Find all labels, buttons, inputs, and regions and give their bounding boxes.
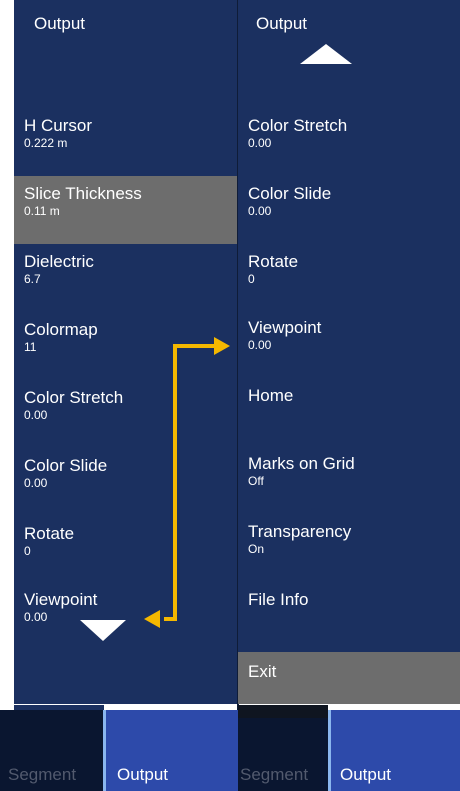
tab-label: Segment <box>240 765 309 784</box>
menu-item-label: Home <box>248 386 294 405</box>
scroll-down-icon[interactable] <box>80 620 126 641</box>
left-output-menu: Output H Cursor 0.222 m Slice Thickness … <box>14 0 238 704</box>
menu-item-label: Rotate <box>248 252 299 271</box>
menu-item-label: Dielectric <box>24 252 94 271</box>
menu-item-value: 0.00 <box>24 610 48 624</box>
menu-item-transparency[interactable]: Transparency On <box>238 514 460 582</box>
menu-item-value: 0 <box>248 272 255 286</box>
menu-item-rotate[interactable]: Rotate 0 <box>14 516 238 584</box>
tab-segment-left[interactable]: Segment <box>0 710 103 791</box>
tab-label: Output <box>117 765 169 784</box>
menu-item-value: 0.00 <box>24 408 48 422</box>
menu-item-color-slide[interactable]: Color Slide 0.00 <box>238 176 460 244</box>
tab-segment-right[interactable]: Segment <box>238 718 328 791</box>
menu-item-value: On <box>248 542 265 556</box>
menu-item-viewpoint[interactable]: Viewpoint 0.00 <box>238 310 460 378</box>
menu-item-dielectric[interactable]: Dielectric 6.7 <box>14 244 238 312</box>
tab-label: Segment <box>8 765 77 784</box>
menu-item-value: 0.222 m <box>24 136 68 150</box>
menu-item-value: 11 <box>24 340 37 354</box>
menu-item-label: File Info <box>248 590 309 609</box>
tab-output-left[interactable]: Output <box>103 710 238 791</box>
menu-item-label: Transparency <box>248 522 352 541</box>
menu-item-color-stretch[interactable]: Color Stretch 0.00 <box>238 108 460 176</box>
menu-item-label: Colormap <box>24 320 98 339</box>
menu-item-label: Rotate <box>24 524 75 543</box>
menu-item-color-slide[interactable]: Color Slide 0.00 <box>14 448 238 516</box>
left-menu-title: Output <box>34 14 86 33</box>
menu-item-label: Marks on Grid <box>248 454 355 473</box>
menu-item-file-info[interactable]: File Info <box>238 574 460 642</box>
menu-item-label: Color Stretch <box>248 116 348 135</box>
menu-item-slice-thickness[interactable]: Slice Thickness 0.11 m <box>14 176 238 244</box>
right-output-menu: Output Color Stretch 0.00 Color Slide 0.… <box>238 0 460 704</box>
menu-item-label: Color Stretch <box>24 388 124 407</box>
menu-item-value: 0.00 <box>24 476 48 490</box>
exit-label: Exit <box>248 662 277 681</box>
menu-item-label: Color Slide <box>24 456 108 475</box>
menu-item-home[interactable]: Home <box>238 370 460 438</box>
menu-item-label: Slice Thickness <box>24 184 142 203</box>
menu-item-value: 0.00 <box>248 338 272 352</box>
menu-item-value: 6.7 <box>24 272 41 286</box>
menu-item-value: 0.11 m <box>24 204 60 218</box>
menu-item-label: Color Slide <box>248 184 332 203</box>
menu-item-rotate[interactable]: Rotate 0 <box>238 244 460 312</box>
menu-item-h-cursor[interactable]: H Cursor 0.222 m <box>14 108 238 176</box>
menu-item-label: Viewpoint <box>248 318 322 337</box>
tab-label: Output <box>340 765 392 784</box>
menu-item-value: 0.00 <box>248 204 272 218</box>
right-menu-title: Output <box>256 14 308 33</box>
menu-item-label: Viewpoint <box>24 590 98 609</box>
menu-item-value: 0.00 <box>248 136 272 150</box>
scroll-up-icon[interactable] <box>300 44 352 64</box>
menu-item-label: H Cursor <box>24 116 93 135</box>
exit-button[interactable]: Exit <box>238 652 460 704</box>
menu-item-value: Off <box>248 474 264 488</box>
menu-item-viewpoint[interactable]: Viewpoint 0.00 <box>14 582 238 650</box>
menu-item-colormap[interactable]: Colormap 11 <box>14 312 238 380</box>
tab-output-right[interactable]: Output <box>328 710 460 791</box>
menu-item-marks-on-grid[interactable]: Marks on Grid Off <box>238 446 460 514</box>
menu-item-color-stretch[interactable]: Color Stretch 0.00 <box>14 380 238 448</box>
tab-bar-edge <box>238 705 328 718</box>
menu-item-value: 0 <box>24 544 31 558</box>
